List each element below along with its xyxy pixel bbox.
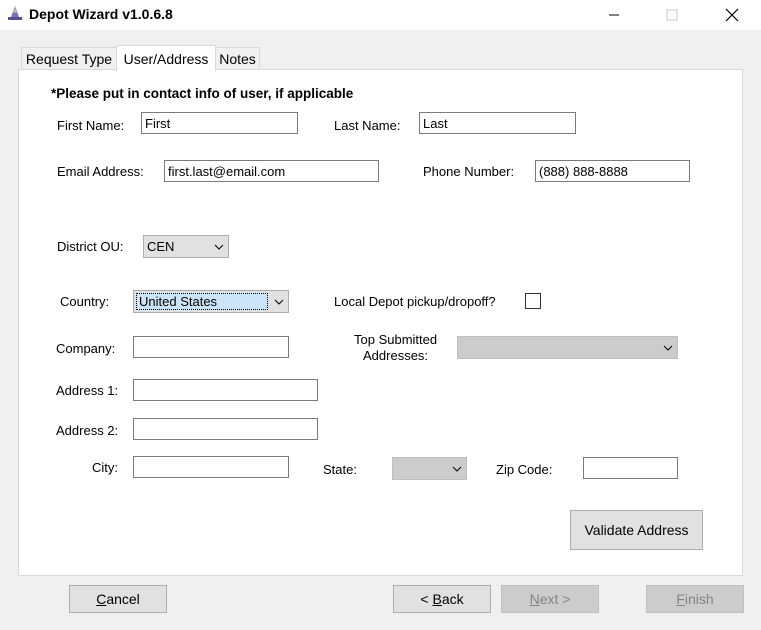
close-icon[interactable] [709,0,755,30]
local-depot-checkbox[interactable] [525,293,541,309]
state-label: State: [323,462,357,477]
address2-field[interactable] [133,418,318,440]
country-value: United States [136,293,268,310]
country-label: Country: [60,294,110,309]
last-name-field[interactable]: Last [419,112,576,134]
local-depot-label: Local Depot pickup/dropoff? [334,294,496,309]
phone-field[interactable]: (888) 888-8888 [535,160,690,182]
city-field[interactable] [133,456,289,478]
state-select[interactable] [392,457,467,480]
back-button[interactable]: < Back [393,585,491,613]
email-label: Email Address: [57,164,144,179]
first-name-field[interactable]: First [141,112,298,134]
tab-request-type[interactable]: Request Type [21,47,117,70]
chevron-down-icon [659,345,677,351]
wizard-hat-icon [7,5,23,23]
finish-rest: inish [684,591,714,607]
tab-panel [18,69,743,576]
back-mnemonic: B [432,591,442,607]
cancel-rest: ancel [106,591,140,607]
chevron-down-icon [210,244,228,250]
cancel-button[interactable]: Cancel [69,585,167,613]
country-select[interactable]: United States [133,290,289,313]
company-label: Company: [56,341,116,356]
chevron-down-icon [270,299,288,305]
phone-label: Phone Number: [423,164,515,179]
back-rest: ack [441,591,464,607]
district-label: District OU: [57,239,124,254]
district-select[interactable]: CEN [143,235,229,258]
address2-label: Address 2: [56,423,119,438]
back-prefix: < [420,591,433,607]
address1-label: Address 1: [56,383,119,398]
city-label: City: [92,460,118,475]
next-mnemonic: N [529,591,540,607]
next-rest: ext > [539,591,571,607]
chevron-down-icon [448,466,466,472]
first-name-label: First Name: [57,118,125,133]
top-submitted-label-line1: Top Submitted [354,332,438,347]
tab-notes[interactable]: Notes [215,47,260,70]
finish-mnemonic: F [676,591,685,607]
next-button[interactable]: Next > [501,585,599,613]
district-value: CEN [147,239,175,254]
top-submitted-select[interactable] [457,336,678,359]
validate-address-button[interactable]: Validate Address [570,510,703,550]
minimize-icon[interactable] [591,0,637,30]
window-title: Depot Wizard v1.0.6.8 [29,6,173,22]
address1-field[interactable] [133,379,318,401]
cancel-mnemonic: C [96,591,107,607]
instruction-text: *Please put in contact info of user, if … [51,86,354,101]
tab-user-address[interactable]: User/Address [116,45,216,71]
top-submitted-label-line2: Addresses: [363,348,429,363]
zip-field[interactable] [583,457,678,479]
email-field[interactable]: first.last@email.com [164,160,379,182]
zip-label: Zip Code: [496,462,553,477]
maximize-icon[interactable] [649,0,695,30]
finish-button[interactable]: Finish [646,585,744,613]
company-field[interactable] [133,336,289,358]
last-name-label: Last Name: [334,118,401,133]
